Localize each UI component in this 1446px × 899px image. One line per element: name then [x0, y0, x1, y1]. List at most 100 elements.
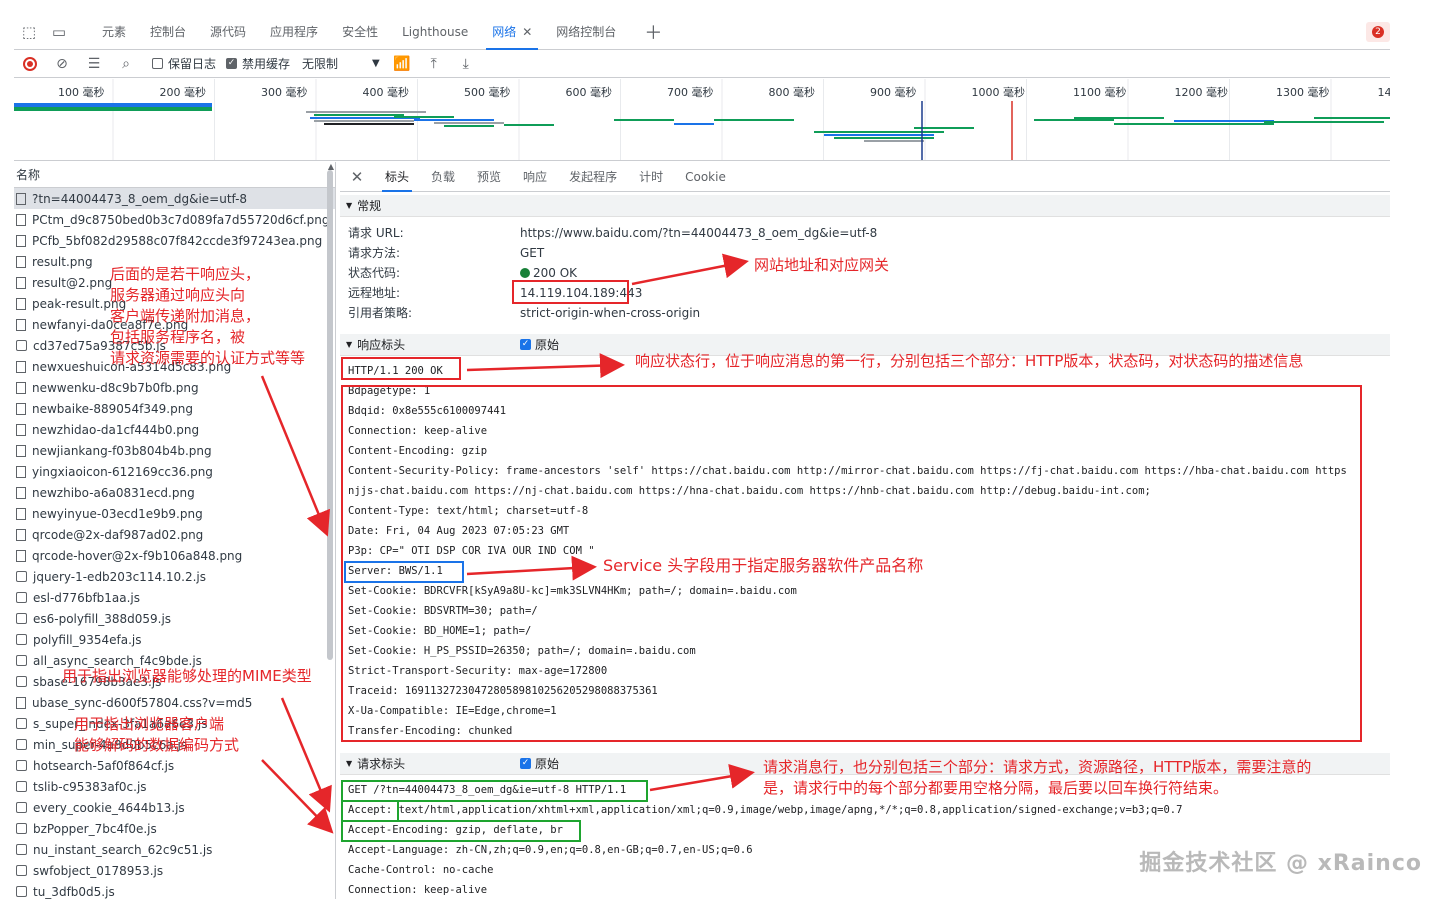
- preserve-log-checkbox[interactable]: 保留日志: [152, 55, 216, 72]
- filter-button[interactable]: ☰: [78, 56, 110, 72]
- doc-file-icon: [16, 192, 26, 205]
- detail-tab[interactable]: 响应: [512, 162, 558, 192]
- request-row[interactable]: qrcode@2x-daf987ad02.png: [14, 524, 335, 545]
- request-row[interactable]: hotsearch-5af0f864cf.js: [14, 755, 335, 776]
- devtools-tab[interactable]: 网络 ✕: [480, 14, 544, 50]
- status-note: 响应状态行，位于响应消息的第一行，分别包括三个部分：HTTP版本，状态码，对状态…: [635, 352, 1304, 370]
- left-note-line: 客户端传递附加消息，: [110, 307, 261, 325]
- request-row[interactable]: nu_instant_search_62c9c51.js: [14, 839, 335, 860]
- timeline-request-bar: [1264, 121, 1384, 123]
- device-toolbar-icon[interactable]: ▭: [44, 14, 74, 50]
- request-row[interactable]: es6-polyfill_388d059.js: [14, 608, 335, 629]
- devtools-tab[interactable]: Lighthouse: [390, 14, 480, 50]
- request-name: yingxiaoicon-612169cc36.png: [32, 464, 213, 479]
- request-list-scrollbar[interactable]: [327, 170, 333, 660]
- timeline-request-bar: [504, 124, 554, 126]
- request-row[interactable]: PCtm_d9c8750bed0b3c7d089fa7d55720d6cf.pn…: [14, 209, 335, 230]
- timeline-tick-label: 800 毫秒: [769, 85, 816, 99]
- js-file-icon: [16, 592, 27, 603]
- request-row[interactable]: newjiankang-f03b804b4b.png: [14, 440, 335, 461]
- more-tabs-plus-icon[interactable]: ＋: [644, 19, 662, 45]
- request-row[interactable]: newyinyue-03ecd1e9b9.png: [14, 503, 335, 524]
- request-row[interactable]: ?tn=44004473_8_oem_dg&ie=utf-8: [14, 188, 335, 209]
- general-section-header[interactable]: ▼ 常规: [340, 195, 1390, 217]
- close-tab-icon[interactable]: ✕: [522, 25, 532, 39]
- general-row: 状态代码: 200 OK: [348, 263, 577, 283]
- detail-tab[interactable]: 发起程序: [558, 162, 628, 192]
- devtools-tab[interactable]: 控制台: [138, 14, 198, 50]
- raw-toggle-response[interactable]: ✓ 原始: [520, 336, 559, 353]
- js-file-icon: [16, 676, 27, 687]
- search-button[interactable]: ⌕: [110, 56, 142, 72]
- server-header-highlight: [344, 561, 464, 583]
- timeline-tick-label: 140: [1378, 86, 1391, 99]
- disable-cache-checkbox[interactable]: ✓ 禁用缓存: [226, 55, 290, 72]
- request-name: newjiankang-f03b804b4b.png: [32, 443, 212, 458]
- request-row[interactable]: newzhibo-a6a0831ecd.png: [14, 482, 335, 503]
- devtools-tab[interactable]: 安全性: [330, 14, 390, 50]
- request-row[interactable]: tslib-c95383af0c.js: [14, 776, 335, 797]
- request-headers-title: 请求标头: [357, 757, 406, 771]
- error-badge[interactable]: 2: [1366, 22, 1390, 42]
- raw-toggle-request[interactable]: ✓ 原始: [520, 755, 559, 772]
- timeline-request-bar: [824, 134, 934, 136]
- devtools-tab[interactable]: 源代码: [198, 14, 258, 50]
- detail-tab[interactable]: Cookie: [674, 162, 737, 192]
- timeline-tick-label: 300 毫秒: [261, 85, 308, 99]
- server-note: Service 头字段用于指定服务器软件产品名称: [603, 556, 924, 575]
- request-row[interactable]: PCfb_5bf082d29588c07f842ccde3f97243ea.pn…: [14, 230, 335, 251]
- general-value-text: 200 OK: [533, 266, 578, 280]
- request-row[interactable]: esl-d776bfb1aa.js: [14, 587, 335, 608]
- js-file-icon: [16, 844, 27, 855]
- detail-tab[interactable]: 计时: [628, 162, 674, 192]
- request-name: nu_instant_search_62c9c51.js: [33, 842, 213, 857]
- js-file-icon: [16, 760, 27, 771]
- general-key: 请求方法:: [348, 246, 401, 260]
- timeline-request-bar: [1074, 117, 1164, 119]
- import-har-icon[interactable]: ⤒: [418, 56, 450, 72]
- request-row[interactable]: newwenku-d8c9b7b0fb.png: [14, 377, 335, 398]
- devtools-tab[interactable]: 应用程序: [258, 14, 330, 50]
- network-conditions-icon[interactable]: 📶: [386, 56, 418, 72]
- request-name: newzhibo-a6a0831ecd.png: [32, 485, 195, 500]
- record-button[interactable]: [14, 56, 46, 71]
- request-row[interactable]: ubase_sync-d600f57804.css?v=md5: [14, 692, 335, 713]
- header-line: Accept-Language: zh-CN,zh;q=0.9,en;q=0.8…: [348, 844, 753, 856]
- devtools-tab[interactable]: 元素: [90, 14, 138, 50]
- request-row[interactable]: jquery-1-edb203c114.10.2.js: [14, 566, 335, 587]
- throttle-dropdown-icon[interactable]: ▼: [372, 58, 380, 69]
- general-row: 请求方法: GET: [348, 243, 544, 263]
- request-row[interactable]: polyfill_9354efa.js: [14, 629, 335, 650]
- status-line-highlight: [341, 357, 461, 380]
- devtools-tab-label: 元素: [102, 24, 127, 39]
- img-file-icon: [16, 213, 26, 226]
- request-name: tu_3dfb0d5.js: [33, 884, 115, 899]
- request-row[interactable]: newzhidao-da1cf444b0.png: [14, 419, 335, 440]
- request-name: PCfb_5bf082d29588c07f842ccde3f97243ea.pn…: [32, 233, 323, 248]
- detail-tab[interactable]: 标头: [374, 162, 420, 192]
- throttle-select[interactable]: 无限制: [302, 55, 338, 72]
- js-file-icon: [16, 718, 27, 729]
- request-name: result@2.png: [32, 275, 113, 290]
- request-name: newbaike-889054f349.png: [32, 401, 193, 416]
- request-row[interactable]: qrcode-hover@2x-f9b106a848.png: [14, 545, 335, 566]
- request-row[interactable]: newbaike-889054f349.png: [14, 398, 335, 419]
- request-row[interactable]: tu_3dfb0d5.js: [14, 881, 335, 899]
- request-row[interactable]: every_cookie_4644b13.js: [14, 797, 335, 818]
- devtools-tab[interactable]: 网络控制台: [544, 14, 628, 50]
- request-row[interactable]: bzPopper_7bc4f0e.js: [14, 818, 335, 839]
- js-file-icon: [16, 571, 27, 582]
- img-file-icon: [16, 402, 26, 415]
- export-har-icon[interactable]: ⤓: [450, 56, 482, 72]
- close-detail-icon[interactable]: ✕: [340, 168, 374, 186]
- mime-note: 用于指出浏览器能够处理的MIME类型: [62, 667, 312, 685]
- request-name: polyfill_9354efa.js: [33, 632, 142, 647]
- clear-button[interactable]: ⊘: [46, 56, 78, 72]
- request-row[interactable]: swfobject_0178953.js: [14, 860, 335, 881]
- request-row[interactable]: yingxiaoicon-612169cc36.png: [14, 461, 335, 482]
- detail-tab[interactable]: 预览: [466, 162, 512, 192]
- inspect-element-icon[interactable]: ⬚: [14, 14, 44, 50]
- detail-tab[interactable]: 负载: [420, 162, 466, 192]
- column-header-name[interactable]: 名称: [14, 162, 335, 188]
- timeline-overview[interactable]: 100 毫秒 200 毫秒 300 毫秒 400 毫秒 500 毫秒 600 毫秒 700 …: [14, 79, 1390, 161]
